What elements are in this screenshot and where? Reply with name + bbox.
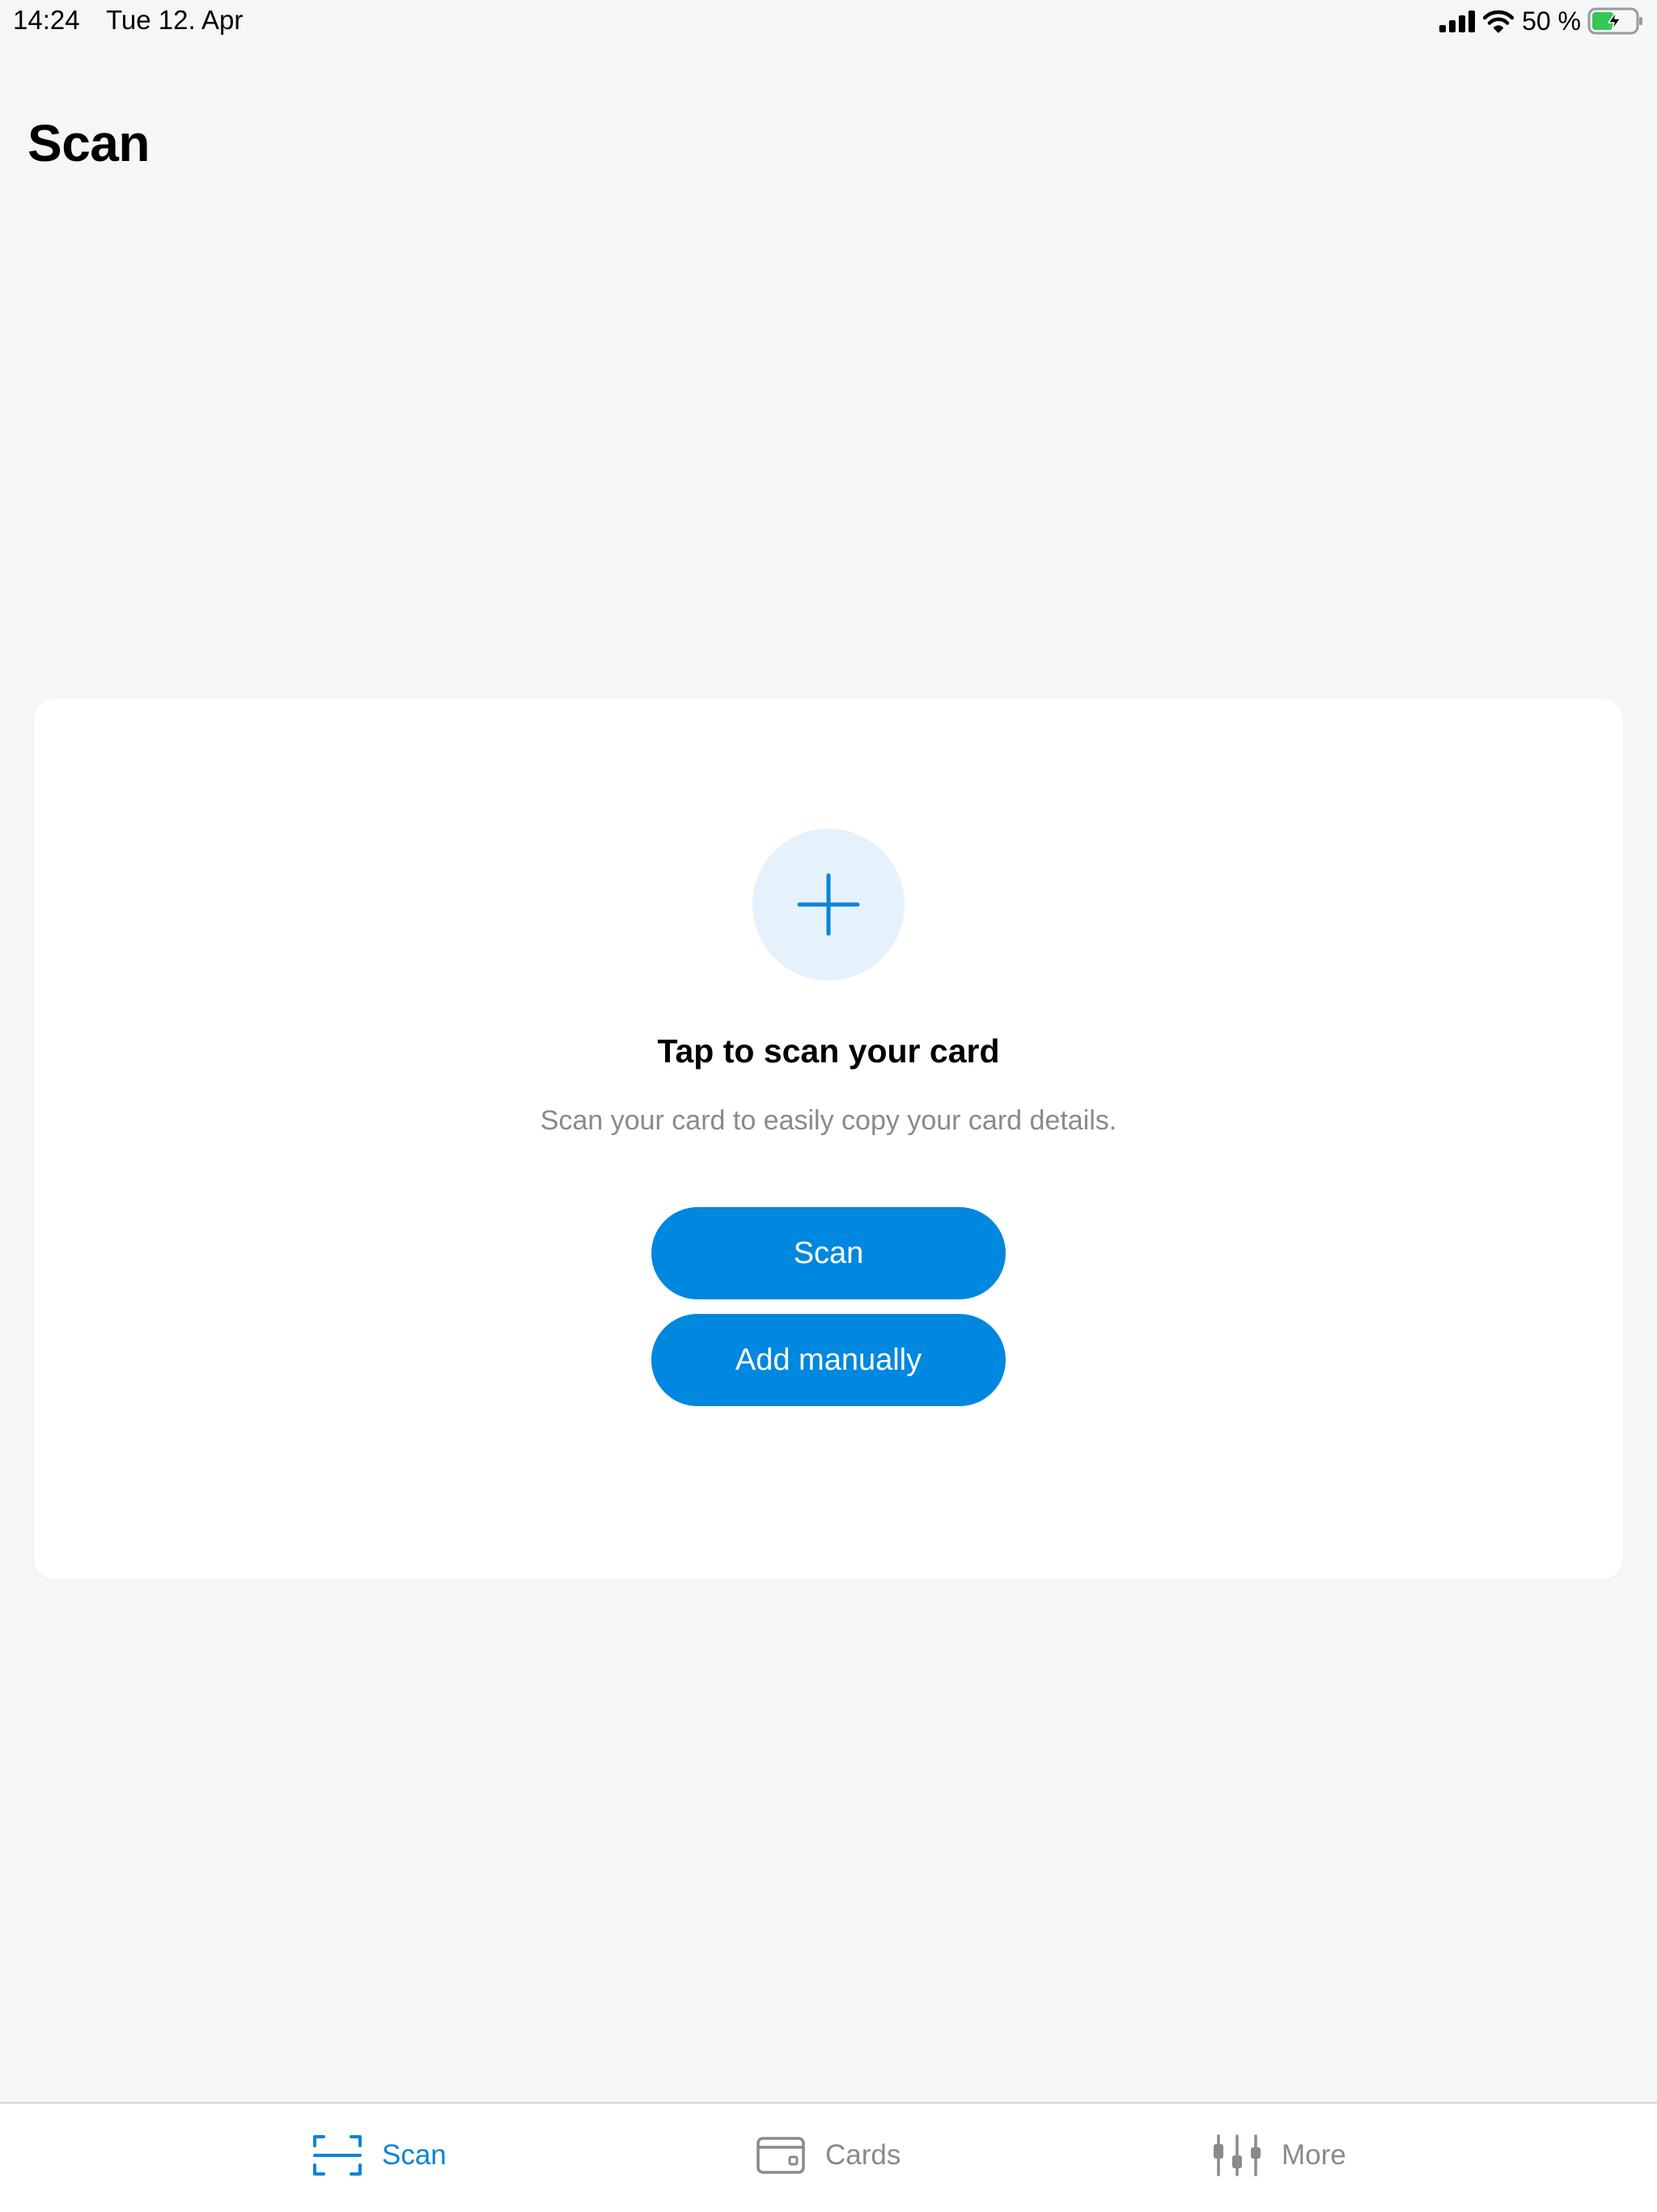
scan-card: Tap to scan your card Scan your card to … xyxy=(34,699,1623,1579)
card-title: Tap to scan your card xyxy=(657,1032,1000,1070)
tab-label-more: More xyxy=(1282,2139,1346,2171)
add-card-circle-button[interactable] xyxy=(752,828,905,981)
tab-label-cards: Cards xyxy=(825,2139,901,2171)
tab-cards[interactable]: Cards xyxy=(756,2131,901,2180)
status-time: 14:24 xyxy=(13,5,80,35)
scan-frame-icon xyxy=(313,2135,362,2176)
plus-icon xyxy=(797,873,860,936)
tab-scan[interactable]: Scan xyxy=(312,2131,447,2180)
card-subtitle: Scan your card to easily copy your card … xyxy=(540,1105,1117,1136)
sliders-icon xyxy=(1214,2134,1261,2176)
signal-icon xyxy=(1439,10,1477,32)
tab-more[interactable]: More xyxy=(1212,2131,1346,2180)
battery-charging-icon xyxy=(1587,7,1642,35)
page-title: Scan xyxy=(28,114,150,172)
status-date: Tue 12. Apr xyxy=(106,5,244,35)
battery-percent: 50 % xyxy=(1522,6,1581,36)
tab-bar: Scan Cards More xyxy=(0,2102,1657,2212)
scan-button[interactable]: Scan xyxy=(651,1207,1006,1299)
status-bar: 14:24 Tue 12. Apr 50 % xyxy=(0,0,1657,44)
wallet-icon xyxy=(756,2137,805,2174)
status-indicators: 50 % xyxy=(1439,6,1644,36)
tab-label-scan: Scan xyxy=(382,2139,447,2171)
wifi-icon xyxy=(1483,10,1515,33)
add-manually-button[interactable]: Add manually xyxy=(651,1314,1006,1406)
